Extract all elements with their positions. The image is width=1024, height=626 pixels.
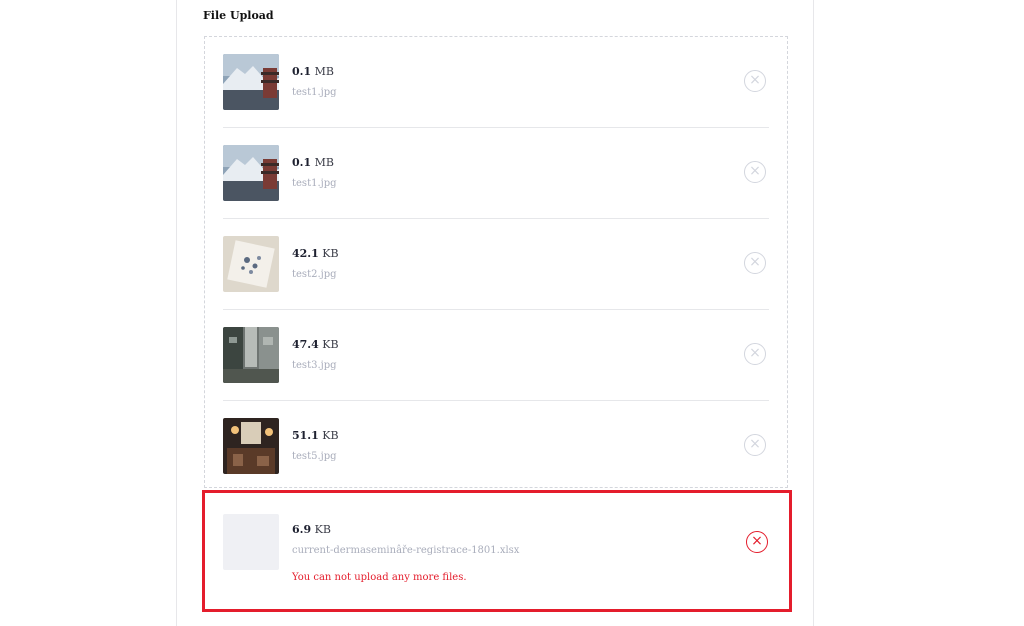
file-name: test1.jpg [292,178,337,189]
file-size: 42.1 KB [292,247,339,260]
file-thumbnail [223,327,279,383]
file-name: test5.jpg [292,451,337,462]
close-icon: × [749,436,761,452]
file-placeholder-thumbnail [223,514,279,570]
file-item: 0.1 MB test1.jpg × [223,128,769,219]
file-item-error: 6.9 KB current-dermaseminâře-registrace-… [202,490,792,612]
section-title: File Upload [203,9,274,22]
remove-file-button[interactable]: × [744,434,766,456]
close-icon: × [749,163,761,179]
file-thumbnail [223,236,279,292]
remove-file-button[interactable]: × [744,161,766,183]
remove-file-button[interactable]: × [744,70,766,92]
file-name: test2.jpg [292,269,337,280]
close-icon: × [749,254,761,270]
file-size: 51.1 KB [292,429,339,442]
file-item: 0.1 MB test1.jpg × [223,37,769,128]
close-icon: × [749,72,761,88]
file-size: 0.1 MB [292,156,334,169]
file-size: 0.1 MB [292,65,334,78]
file-thumbnail [223,418,279,474]
file-name: test3.jpg [292,360,337,371]
remove-file-button[interactable]: × [744,252,766,274]
remove-file-button[interactable]: × [744,343,766,365]
file-item: 47.4 KB test3.jpg × [223,310,769,401]
close-icon: × [751,533,763,549]
file-name: current-dermaseminâře-registrace-1801.xl… [292,545,520,556]
file-size: 6.9 KB [292,523,331,536]
file-item: 51.1 KB test5.jpg × [223,401,769,492]
close-icon: × [749,345,761,361]
file-thumbnail [223,54,279,110]
remove-file-button[interactable]: × [746,531,768,553]
error-message: You can not upload any more files. [292,572,467,583]
file-thumbnail [223,145,279,201]
file-item: 42.1 KB test2.jpg × [223,219,769,310]
file-name: test1.jpg [292,87,337,98]
file-size: 47.4 KB [292,338,339,351]
